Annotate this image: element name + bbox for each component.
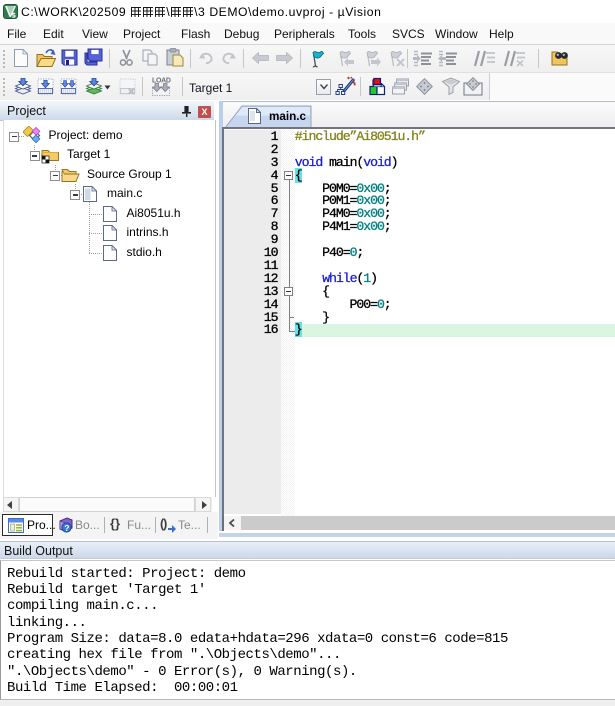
svg-text:?: ? [64, 523, 69, 533]
